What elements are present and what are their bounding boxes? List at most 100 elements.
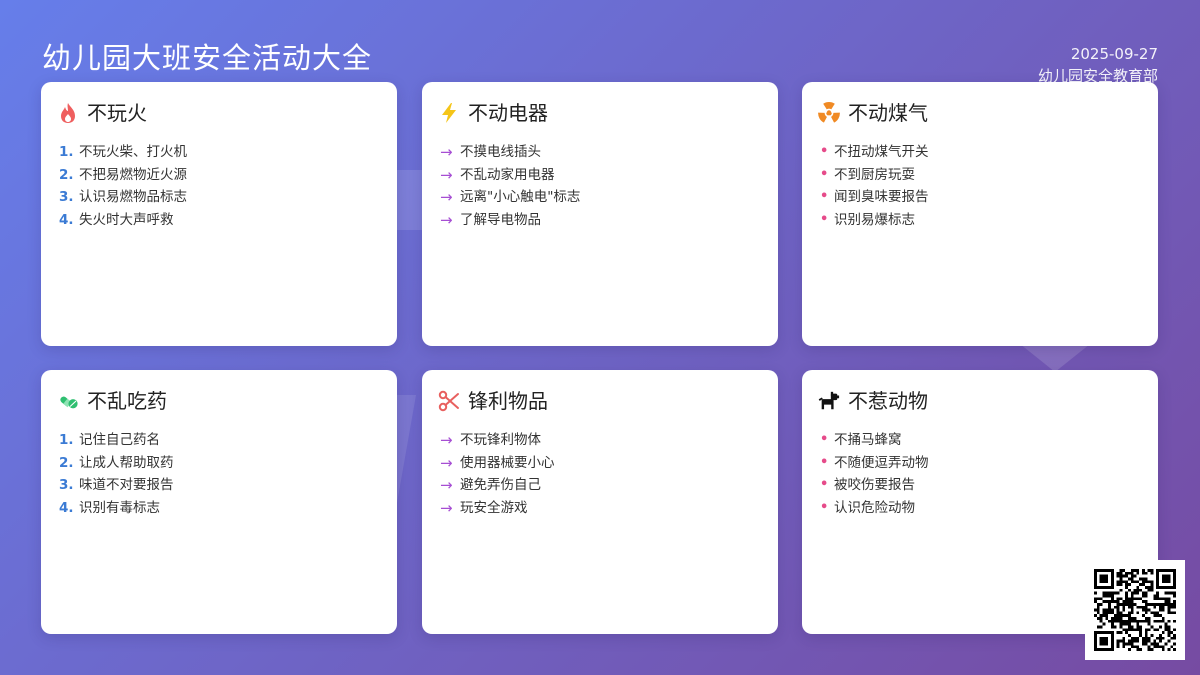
qr-module [1102,594,1106,598]
qr-module [1122,622,1126,626]
qr-module [1110,639,1114,643]
card-list: → 不玩锋利物体 → 使用器械要小心 → 避免弄伤自己 → 玩安全游戏 [438,429,760,520]
qr-module [1136,585,1140,589]
qr-module [1127,628,1131,632]
qr-module [1102,631,1106,635]
qr-module [1147,580,1151,584]
qr-module [1127,583,1131,586]
qr-module [1164,597,1168,601]
card-title: 不动煤气 [848,101,928,125]
qr-module [1144,619,1148,623]
qr-module [1153,597,1157,601]
qr-module [1173,648,1176,651]
qr-module [1119,574,1123,578]
qr-module [1156,574,1160,578]
qr-module [1156,577,1160,581]
qr-module [1153,611,1157,615]
qr-module [1139,625,1143,629]
card-list: → 不摸电线插头 → 不乱动家用电器 → 远离"小心触电"标志 → 了解导电物品 [438,141,760,232]
qr-module [1159,614,1162,618]
qr-module [1096,611,1100,615]
qr-module [1144,639,1148,643]
qr-module [1127,648,1131,651]
qr-module [1122,619,1126,623]
qr-module [1142,600,1145,603]
qr-module [1105,648,1109,651]
qr-module [1119,571,1123,575]
list-item: • 不到厨房玩耍 [820,164,1140,187]
list-dot: • [820,212,829,228]
list-item-text: 不到厨房玩耍 [834,166,915,183]
list-dot: • [820,189,829,205]
radiation-icon [818,102,840,124]
qr-module [1159,645,1162,649]
qr-module [1142,608,1145,612]
qr-module [1167,574,1171,578]
qr-module [1127,634,1131,637]
qr-module [1147,569,1151,572]
qr-module [1125,619,1128,623]
qr-module [1170,605,1174,609]
qr-module [1136,625,1140,629]
qr-module [1142,639,1145,643]
list-dot: • [820,477,829,493]
qr-module [1099,614,1103,618]
qr-module [1110,608,1114,612]
qr-module [1125,631,1128,635]
list-item-text: 不乱动家用电器 [460,166,555,183]
card-header: 不乱吃药 [57,388,379,414]
qr-module [1142,594,1145,598]
list-item: 1. 不玩火柴、打火机 [59,141,379,164]
qr-module [1099,585,1103,589]
qr-module [1167,600,1171,603]
qr-module [1130,611,1134,615]
qr-module [1173,619,1176,623]
qr-module [1110,574,1114,578]
qr-module [1156,569,1160,572]
qr-module [1119,614,1123,618]
qr-module [1156,571,1160,575]
qr-module [1164,622,1168,626]
qr-module [1105,639,1109,643]
qr-module [1161,608,1165,612]
qr-module [1127,571,1131,575]
list-item-text: 味道不对要报告 [79,477,174,494]
qr-module [1144,617,1148,620]
qr-module [1161,619,1165,623]
qr-module [1122,636,1126,640]
qr-module [1125,602,1128,606]
qr-module [1122,608,1126,612]
qr-module [1156,642,1160,646]
card-list: 1. 不玩火柴、打火机 2. 不把易燃物近火源 3. 认识易燃物品标志 4. 失火时大声… [57,141,379,232]
qr-module [1099,602,1103,606]
qr-module [1161,574,1165,578]
qr-module [1094,636,1097,640]
qr-module [1099,625,1103,629]
qr-module [1173,611,1176,615]
qr-module [1136,571,1140,575]
qr-module [1096,625,1100,629]
dog-icon [818,390,840,412]
qr-module [1110,648,1114,651]
qr-module [1094,569,1097,572]
qr-module [1096,648,1100,651]
list-item-text: 记住自己药名 [79,432,160,448]
qr-module [1136,628,1140,632]
qr-module [1110,619,1114,623]
qr-module [1170,602,1174,606]
qr-module [1139,648,1143,651]
list-dot: • [820,500,829,516]
qr-module [1108,619,1111,623]
qr-module [1167,580,1171,584]
qr-module [1153,594,1157,598]
qr-module [1164,628,1168,632]
qr-module [1116,619,1120,623]
qr-module [1142,577,1145,581]
qr-module [1147,622,1151,626]
qr-module [1167,639,1171,643]
qr-module [1127,602,1131,606]
list-item-text: 不玩锋利物体 [460,432,541,448]
qr-module [1130,617,1134,620]
pills-icon [57,390,79,412]
qr-module [1144,628,1148,632]
